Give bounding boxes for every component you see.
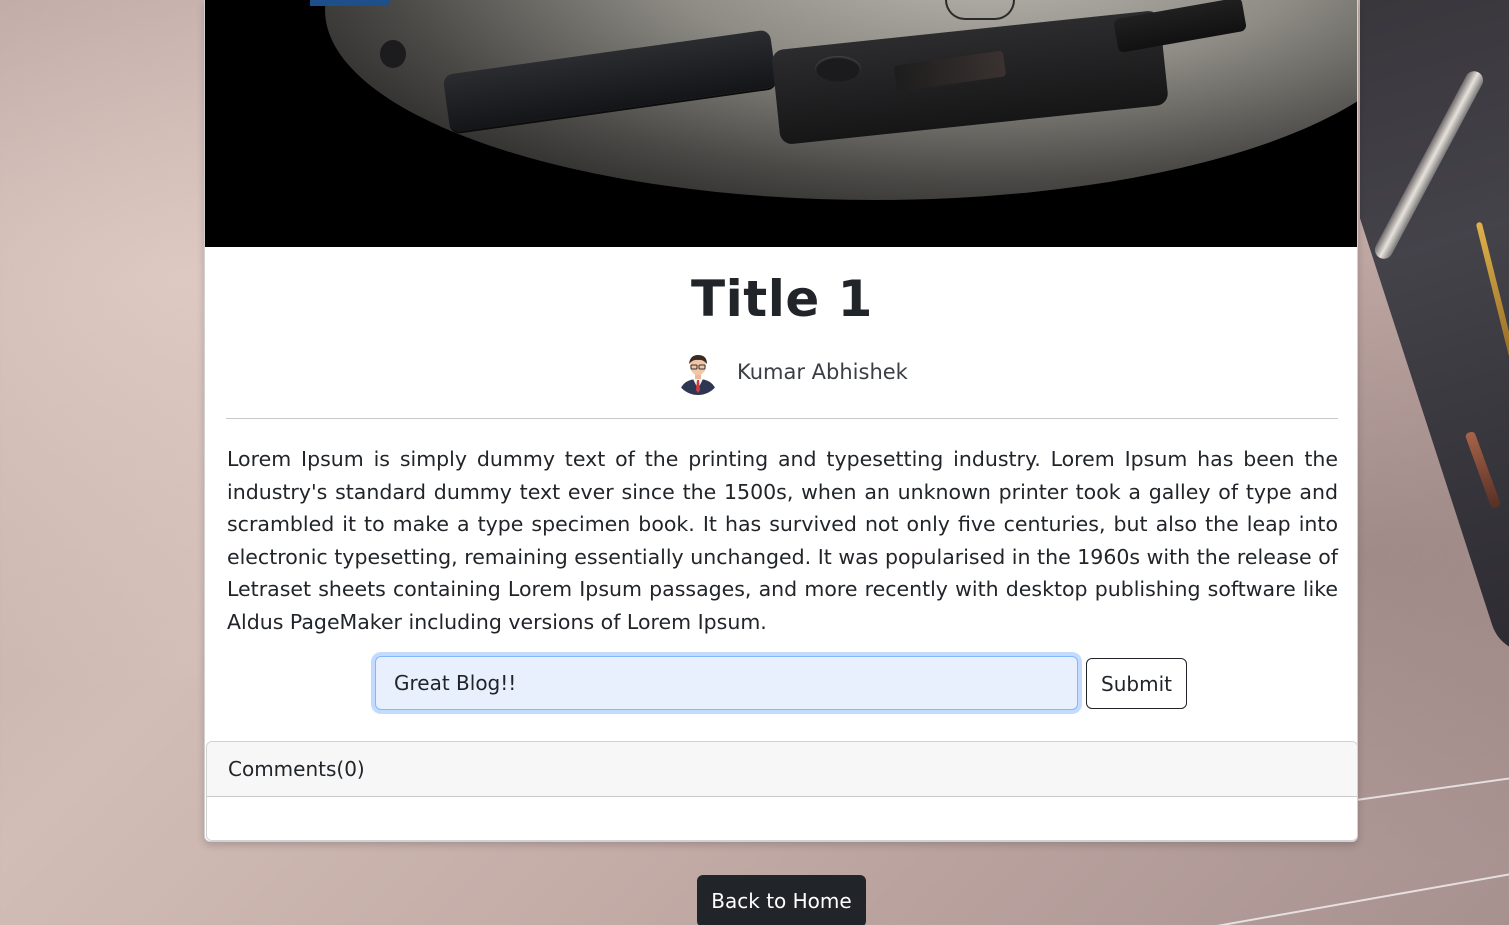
divider (226, 418, 1338, 419)
post-author: Kumar Abhishek (675, 349, 908, 395)
back-to-home-button[interactable]: Back to Home (697, 875, 866, 925)
post-content: Lorem Ipsum is simply dummy text of the … (227, 447, 1338, 634)
post-title: Title 1 (691, 270, 873, 328)
comment-input[interactable] (375, 656, 1078, 710)
author-avatar-icon (675, 349, 721, 395)
comments-header: Comments(0) (207, 742, 1357, 797)
background-pen-decoration (1360, 0, 1509, 925)
submit-button[interactable]: Submit (1086, 658, 1187, 709)
comments-panel: Comments(0) (206, 741, 1357, 841)
post-hero-image (205, 0, 1357, 247)
author-name[interactable]: Kumar Abhishek (737, 360, 908, 384)
post-card: Title 1 Kumar Abhishek Lorem Ipsum is si… (204, 0, 1358, 842)
comments-list (207, 797, 1357, 840)
